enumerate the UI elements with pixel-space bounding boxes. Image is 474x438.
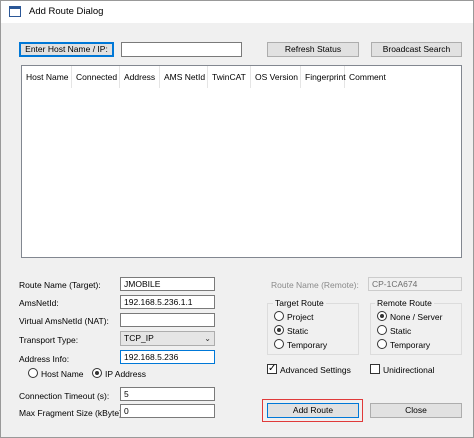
column-header-address[interactable]: Address	[120, 66, 160, 88]
remote-route-static-radio[interactable]	[377, 325, 387, 335]
chevron-down-icon: ⌄	[204, 334, 211, 343]
window-title: Add Route Dialog	[29, 6, 104, 17]
host-ip-input[interactable]	[121, 42, 242, 57]
amsnetid-input[interactable]: 192.168.5.236.1.1	[120, 295, 215, 309]
column-header-os-version[interactable]: OS Version	[251, 66, 301, 88]
ip-address-radio-label: IP Address	[105, 369, 146, 379]
remote-route-temporary-radio[interactable]	[377, 339, 387, 349]
column-header-ams-netid[interactable]: AMS NetId	[160, 66, 208, 88]
column-header-connected[interactable]: Connected	[72, 66, 120, 88]
title-bar: Add Route Dialog	[1, 1, 473, 23]
address-info-label: Address Info:	[19, 354, 70, 364]
ip-address-radio[interactable]	[92, 368, 102, 378]
column-header-fingerprint[interactable]: Fingerprint	[301, 66, 346, 88]
target-route-title: Target Route	[273, 298, 326, 308]
enter-host-name-button[interactable]: Enter Host Name / IP:	[19, 42, 114, 57]
route-name-remote-label: Route Name (Remote):	[271, 280, 359, 290]
target-route-temporary-label: Temporary	[287, 340, 328, 350]
broadcast-search-button[interactable]: Broadcast Search	[371, 42, 462, 57]
connection-timeout-label: Connection Timeout (s):	[19, 391, 110, 401]
virtual-amsnetid-label: Virtual AmsNetId (NAT):	[19, 316, 109, 326]
target-route-static-label: Static	[287, 326, 309, 336]
twincat-app-icon	[9, 6, 21, 17]
refresh-status-button[interactable]: Refresh Status	[267, 42, 359, 57]
route-name-remote-input: CP-1CA674	[368, 277, 462, 291]
target-route-temporary-radio[interactable]	[274, 339, 284, 349]
transport-type-select[interactable]: TCP_IP ⌄	[120, 331, 215, 346]
column-header-host-name[interactable]: Host Name	[22, 66, 72, 88]
column-header-comment[interactable]: Comment	[345, 66, 405, 88]
route-name-target-input[interactable]: JMOBILE	[120, 277, 215, 291]
add-route-button[interactable]: Add Route	[267, 403, 359, 418]
remote-route-static-label: Static	[390, 326, 412, 336]
transport-type-value: TCP_IP	[124, 333, 154, 343]
max-fragment-size-input[interactable]: 0	[120, 404, 215, 418]
advanced-settings-label: Advanced Settings	[280, 365, 351, 375]
target-route-project-label: Project	[287, 312, 314, 322]
transport-type-label: Transport Type:	[19, 335, 79, 345]
host-name-radio[interactable]	[28, 368, 38, 378]
route-name-target-label: Route Name (Target):	[19, 280, 101, 290]
remote-route-temporary-label: Temporary	[390, 340, 431, 350]
route-list-header: Host Name Connected Address AMS NetId Tw…	[22, 66, 461, 88]
column-header-twincat[interactable]: TwinCAT	[208, 66, 251, 88]
unidirectional-checkbox[interactable]	[370, 364, 380, 374]
address-info-input[interactable]: 192.168.5.236	[120, 350, 215, 364]
max-fragment-size-label: Max Fragment Size (kByte):	[19, 408, 125, 418]
remote-route-title: Remote Route	[375, 298, 434, 308]
remote-route-none-server-label: None / Server	[390, 312, 443, 322]
host-name-radio-label: Host Name	[41, 369, 84, 379]
amsnetid-label: AmsNetId:	[19, 298, 59, 308]
target-route-project-radio[interactable]	[274, 311, 284, 321]
advanced-settings-checkbox[interactable]	[267, 362, 277, 375]
target-route-static-radio[interactable]	[274, 325, 284, 335]
add-route-dialog: Add Route Dialog Enter Host Name / IP: R…	[0, 0, 474, 438]
remote-route-none-server-radio[interactable]	[377, 311, 387, 321]
virtual-amsnetid-input[interactable]	[120, 313, 215, 327]
route-list[interactable]: Host Name Connected Address AMS NetId Tw…	[21, 65, 462, 258]
unidirectional-label: Unidirectional	[383, 365, 435, 375]
connection-timeout-input[interactable]: 5	[120, 387, 215, 401]
close-button[interactable]: Close	[370, 403, 462, 418]
